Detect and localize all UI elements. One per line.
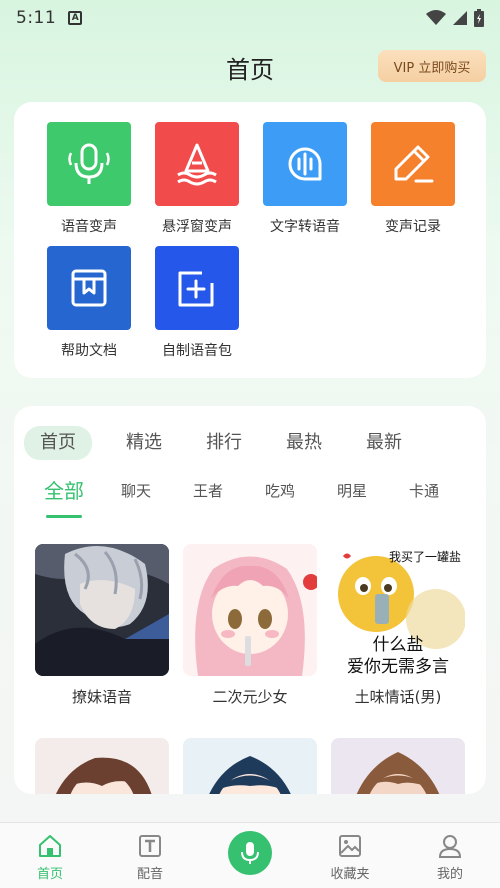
nav-label: 配音 — [136, 867, 163, 882]
voice-pack-thumbnail — [35, 544, 169, 676]
nav-dubbing[interactable]: 配音 — [100, 823, 200, 888]
tool-tile — [47, 246, 131, 330]
subtab-all[interactable]: 全部 — [28, 476, 100, 518]
wifi-icon — [426, 10, 446, 25]
voice-pack-item[interactable] — [183, 738, 317, 794]
tool-label: 文字转语音 — [270, 219, 340, 235]
voice-pack-item[interactable]: 二次元少女 — [183, 544, 317, 707]
nav-record[interactable] — [200, 823, 300, 888]
content-card: 首页 精选 排行 最热 最新 全部 聊天 王者 吃鸡 明星 卡通 撩妹语音 二次… — [14, 406, 486, 794]
image-icon — [339, 835, 361, 857]
voice-pack-item[interactable] — [35, 738, 169, 794]
subtab-honor-of-kings[interactable]: 王者 — [172, 476, 244, 506]
tool-label: 悬浮窗变声 — [162, 219, 232, 235]
voice-pack-item[interactable]: 撩妹语音 — [35, 544, 169, 707]
tool-label: 变声记录 — [385, 219, 441, 235]
book-icon — [71, 269, 107, 307]
tool-label: 帮助文档 — [61, 343, 117, 359]
tool-tile — [155, 122, 239, 206]
tool-custom-voice-pack[interactable]: 自制语音包 — [147, 246, 247, 360]
voice-pack-thumbnail — [35, 738, 169, 794]
tab-hottest[interactable]: 最热 — [264, 426, 344, 460]
tool-floating-window[interactable]: 悬浮窗变声 — [147, 122, 247, 236]
voice-pack-thumbnail — [183, 544, 317, 676]
voice-pack-item[interactable]: 我买了一罐盐 什么盐 爱你无需多言 土味情话(男) — [331, 544, 465, 707]
voice-pack-caption: 二次元少女 — [212, 688, 288, 706]
category-tabs: 首页 精选 排行 最热 最新 — [24, 426, 424, 460]
tool-record[interactable]: 变声记录 — [363, 122, 463, 236]
tools-card: 语音变声 悬浮窗变声 文字转语音 变声记录 帮助文档 自制语音包 — [14, 102, 486, 378]
tab-home[interactable]: 首页 — [24, 426, 92, 460]
header: 首页 VIP 立即购买 — [0, 44, 500, 88]
tool-tile — [371, 122, 455, 206]
tab-newest[interactable]: 最新 — [344, 426, 424, 460]
nav-label: 首页 — [36, 867, 63, 882]
notification-a-icon: A — [68, 11, 83, 25]
battery-icon — [474, 9, 484, 27]
voice-pack-caption: 土味情话(男) — [354, 688, 442, 706]
nav-label: 收藏夹 — [330, 867, 370, 882]
meme-overlay-line2: 爱你无需多言 — [347, 657, 449, 676]
tool-label: 自制语音包 — [162, 343, 232, 359]
subtab-pubg[interactable]: 吃鸡 — [244, 476, 316, 506]
signal-icon — [453, 11, 467, 25]
tool-tile — [47, 122, 131, 206]
status-time: 5:11 — [16, 8, 57, 28]
tool-tile — [263, 122, 347, 206]
tool-help-docs[interactable]: 帮助文档 — [39, 246, 139, 360]
tool-text-to-speech[interactable]: 文字转语音 — [255, 122, 355, 236]
subtab-celebrity[interactable]: 明星 — [316, 476, 388, 506]
status-icons — [426, 9, 484, 27]
add-square-icon — [178, 271, 214, 307]
tool-voice-change[interactable]: 语音变声 — [39, 122, 139, 236]
dubbing-icon — [139, 835, 161, 857]
subtab-cartoon[interactable]: 卡通 — [388, 476, 460, 506]
voice-pack-thumbnail — [331, 738, 465, 794]
voice-pack-thumbnail: 我买了一罐盐 什么盐 爱你无需多言 — [331, 544, 465, 676]
sailboat-icon — [177, 143, 217, 186]
microphone-icon — [241, 842, 259, 864]
tool-tile — [155, 246, 239, 330]
tab-ranking[interactable]: 排行 — [184, 426, 264, 460]
nav-home[interactable]: 首页 — [0, 823, 100, 888]
nav-mine[interactable]: 我的 — [400, 823, 500, 888]
microphone-icon — [68, 143, 110, 184]
tool-label: 语音变声 — [61, 219, 117, 235]
meme-overlay-top: 我买了一罐盐 — [388, 550, 461, 564]
voice-pack-thumbnail — [183, 738, 317, 794]
home-icon — [39, 835, 61, 857]
bottom-nav: 首页 配音 收藏夹 我的 — [0, 822, 500, 888]
vip-buy-button[interactable]: VIP 立即购买 — [378, 50, 486, 82]
tab-featured[interactable]: 精选 — [104, 426, 184, 460]
voice-pack-caption: 撩妹语音 — [71, 688, 132, 706]
record-button[interactable] — [228, 831, 272, 875]
sub-tabs: 全部 聊天 王者 吃鸡 明星 卡通 — [28, 476, 460, 518]
status-bar: 5:11 A — [0, 0, 500, 36]
text-speech-icon — [288, 147, 322, 181]
user-icon — [438, 835, 462, 858]
nav-label: 我的 — [436, 867, 463, 882]
voice-pack-item[interactable] — [331, 738, 465, 794]
pen-icon — [394, 145, 434, 183]
nav-favorites[interactable]: 收藏夹 — [300, 823, 400, 888]
subtab-chat[interactable]: 聊天 — [100, 476, 172, 506]
